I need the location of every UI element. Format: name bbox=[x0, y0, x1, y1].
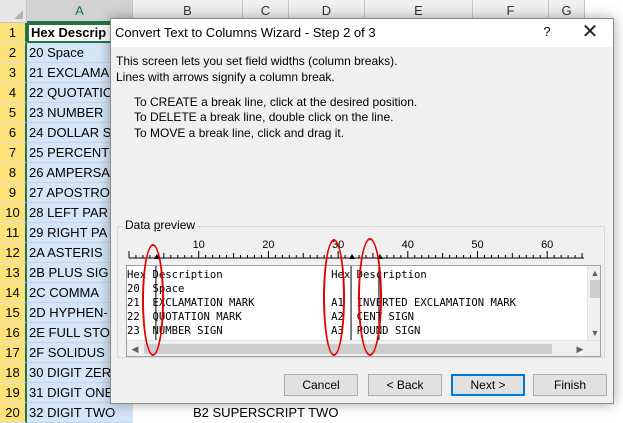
row-header-12[interactable]: 12 bbox=[0, 243, 27, 263]
text-to-columns-dialog: Convert Text to Columns Wizard - Step 2 … bbox=[110, 18, 614, 404]
row-header-3[interactable]: 3 bbox=[0, 63, 27, 83]
row-header-9[interactable]: 9 bbox=[0, 183, 27, 203]
next-button[interactable]: Next > bbox=[451, 374, 525, 396]
row-header-11[interactable]: 11 bbox=[0, 223, 27, 243]
row-header-6[interactable]: 6 bbox=[0, 123, 27, 143]
back-button[interactable]: < Back bbox=[368, 374, 442, 396]
row-header-16[interactable]: 16 bbox=[0, 323, 27, 343]
row-header-20[interactable]: 20 bbox=[0, 403, 27, 423]
cell-b20[interactable]: B2 SUPERSCRIPT TWO bbox=[193, 403, 338, 423]
data-preview-label: Data preview bbox=[123, 218, 198, 232]
cancel-button[interactable]: Cancel bbox=[284, 374, 358, 396]
row-header-19[interactable]: 19 bbox=[0, 383, 27, 403]
instruction-move: To MOVE a break line, click and drag it. bbox=[134, 126, 345, 140]
column-break-lines[interactable] bbox=[127, 266, 587, 340]
ruler-tick-label: 10 bbox=[193, 239, 205, 251]
ruler-tick-label: 50 bbox=[471, 239, 483, 251]
row-header-5[interactable]: 5 bbox=[0, 103, 27, 123]
row-header-8[interactable]: 8 bbox=[0, 163, 27, 183]
intro-text-line1: This screen lets you set field widths (c… bbox=[116, 54, 398, 68]
row-header-10[interactable]: 10 bbox=[0, 203, 27, 223]
select-all-corner[interactable] bbox=[0, 0, 27, 23]
row-header-1[interactable]: 1 bbox=[0, 23, 27, 43]
row-header-4[interactable]: 4 bbox=[0, 83, 27, 103]
instruction-create: To CREATE a break line, click at the des… bbox=[134, 95, 418, 109]
row-header-17[interactable]: 17 bbox=[0, 343, 27, 363]
vertical-scrollbar[interactable]: ▲ ▼ bbox=[587, 266, 600, 340]
vertical-scroll-thumb[interactable] bbox=[590, 280, 600, 298]
finish-button[interactable]: Finish bbox=[533, 374, 607, 396]
ruler-tick-label: 60 bbox=[541, 239, 553, 251]
intro-text-line2: Lines with arrows signify a column break… bbox=[116, 70, 335, 84]
row-header-18[interactable]: 18 bbox=[0, 363, 27, 383]
annotation-ellipse-break-1 bbox=[142, 244, 164, 356]
scroll-right-icon[interactable]: ▶ bbox=[573, 342, 587, 356]
row-header-13[interactable]: 13 bbox=[0, 263, 27, 283]
close-button[interactable]: ✕ bbox=[579, 21, 601, 43]
row-header-14[interactable]: 14 bbox=[0, 283, 27, 303]
instruction-delete: To DELETE a break line, double click on … bbox=[134, 110, 394, 124]
scroll-up-icon[interactable]: ▲ bbox=[588, 266, 600, 280]
row-header-15[interactable]: 15 bbox=[0, 303, 27, 323]
cell-a20[interactable]: 32 DIGIT TWO bbox=[27, 403, 133, 423]
annotation-ellipse-break-3 bbox=[358, 238, 382, 356]
column-ruler[interactable]: 10 20 30 40 50 60 bbox=[126, 237, 586, 261]
row-header-2[interactable]: 2 bbox=[0, 43, 27, 63]
annotation-ellipse-break-2 bbox=[323, 239, 345, 356]
break-marker-arrow-icon bbox=[349, 254, 356, 259]
scroll-down-icon[interactable]: ▼ bbox=[588, 326, 600, 340]
dialog-titlebar: Convert Text to Columns Wizard - Step 2 … bbox=[111, 19, 613, 47]
ruler-tick-label: 40 bbox=[402, 239, 414, 251]
dialog-title: Convert Text to Columns Wizard - Step 2 … bbox=[115, 25, 376, 40]
help-button[interactable]: ? bbox=[537, 22, 557, 42]
row-header-7[interactable]: 7 bbox=[0, 143, 27, 163]
ruler-tick-label: 20 bbox=[262, 239, 274, 251]
horizontal-scroll-thumb[interactable] bbox=[144, 344, 552, 354]
scroll-left-icon[interactable]: ◀ bbox=[128, 342, 142, 356]
